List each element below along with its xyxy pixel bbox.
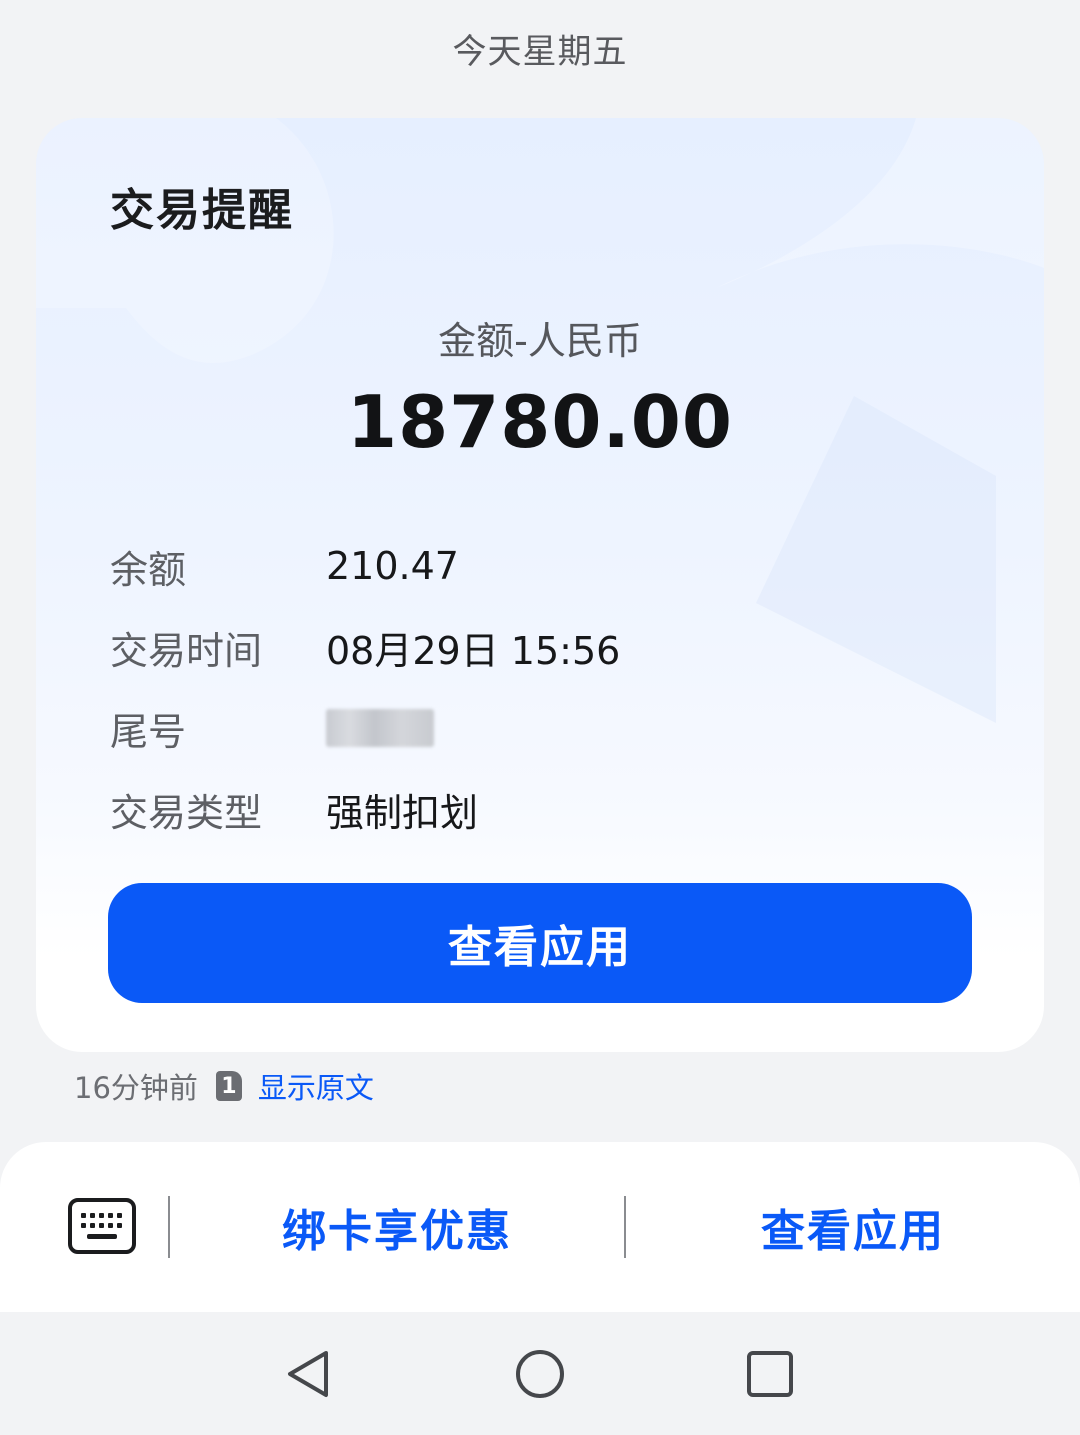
amount-value: 18780.00 bbox=[346, 380, 734, 464]
system-navigation-bar bbox=[0, 1312, 1080, 1435]
view-app-button[interactable]: 查看应用 bbox=[108, 883, 972, 1003]
transaction-time-value: 08月29日 15:56 bbox=[326, 628, 621, 673]
keyboard-icon[interactable] bbox=[68, 1198, 136, 1254]
divider bbox=[624, 1196, 626, 1258]
amount-label: 金额-人民币 bbox=[438, 319, 642, 363]
home-circle-icon[interactable] bbox=[514, 1348, 566, 1400]
recents-square-icon[interactable] bbox=[744, 1348, 796, 1400]
balance-value: 210.47 bbox=[326, 544, 459, 588]
bottom-action-bar: 绑卡享优惠 查看应用 bbox=[0, 1142, 1080, 1312]
bind-card-offer-button[interactable]: 绑卡享优惠 bbox=[190, 1194, 604, 1260]
divider bbox=[168, 1196, 170, 1258]
detail-row-balance: 余额 210.47 bbox=[110, 541, 459, 592]
card-tail-label: 尾号 bbox=[110, 709, 187, 754]
message-meta: 16分钟前 1 显示原文 bbox=[74, 1066, 374, 1106]
detail-row-transaction-time: 交易时间 08月29日 15:56 bbox=[110, 622, 621, 673]
balance-label: 余额 bbox=[110, 547, 187, 592]
detail-row-card-tail: 尾号 bbox=[110, 703, 434, 754]
transaction-notification-card[interactable]: 交易提醒 金额-人民币 18780.00 余额 210.47 交易时间 08月2… bbox=[36, 118, 1044, 1052]
card-tail-masked-value bbox=[326, 709, 434, 747]
card-title: 交易提醒 bbox=[110, 185, 294, 236]
date-header: 今天星期五 bbox=[452, 32, 628, 72]
back-triangle-icon[interactable] bbox=[282, 1348, 334, 1400]
sim-slot-number: 1 bbox=[221, 1073, 237, 1099]
sim-card-icon: 1 bbox=[215, 1071, 242, 1101]
transaction-type-value: 强制扣划 bbox=[326, 790, 479, 835]
view-app-quick-button[interactable]: 查看应用 bbox=[646, 1194, 1060, 1260]
detail-row-transaction-type: 交易类型 强制扣划 bbox=[110, 784, 479, 835]
transaction-time-label: 交易时间 bbox=[110, 628, 263, 673]
show-original-link[interactable]: 显示原文 bbox=[258, 1065, 374, 1107]
transaction-type-label: 交易类型 bbox=[110, 790, 263, 835]
time-ago: 16分钟前 bbox=[74, 1071, 198, 1105]
